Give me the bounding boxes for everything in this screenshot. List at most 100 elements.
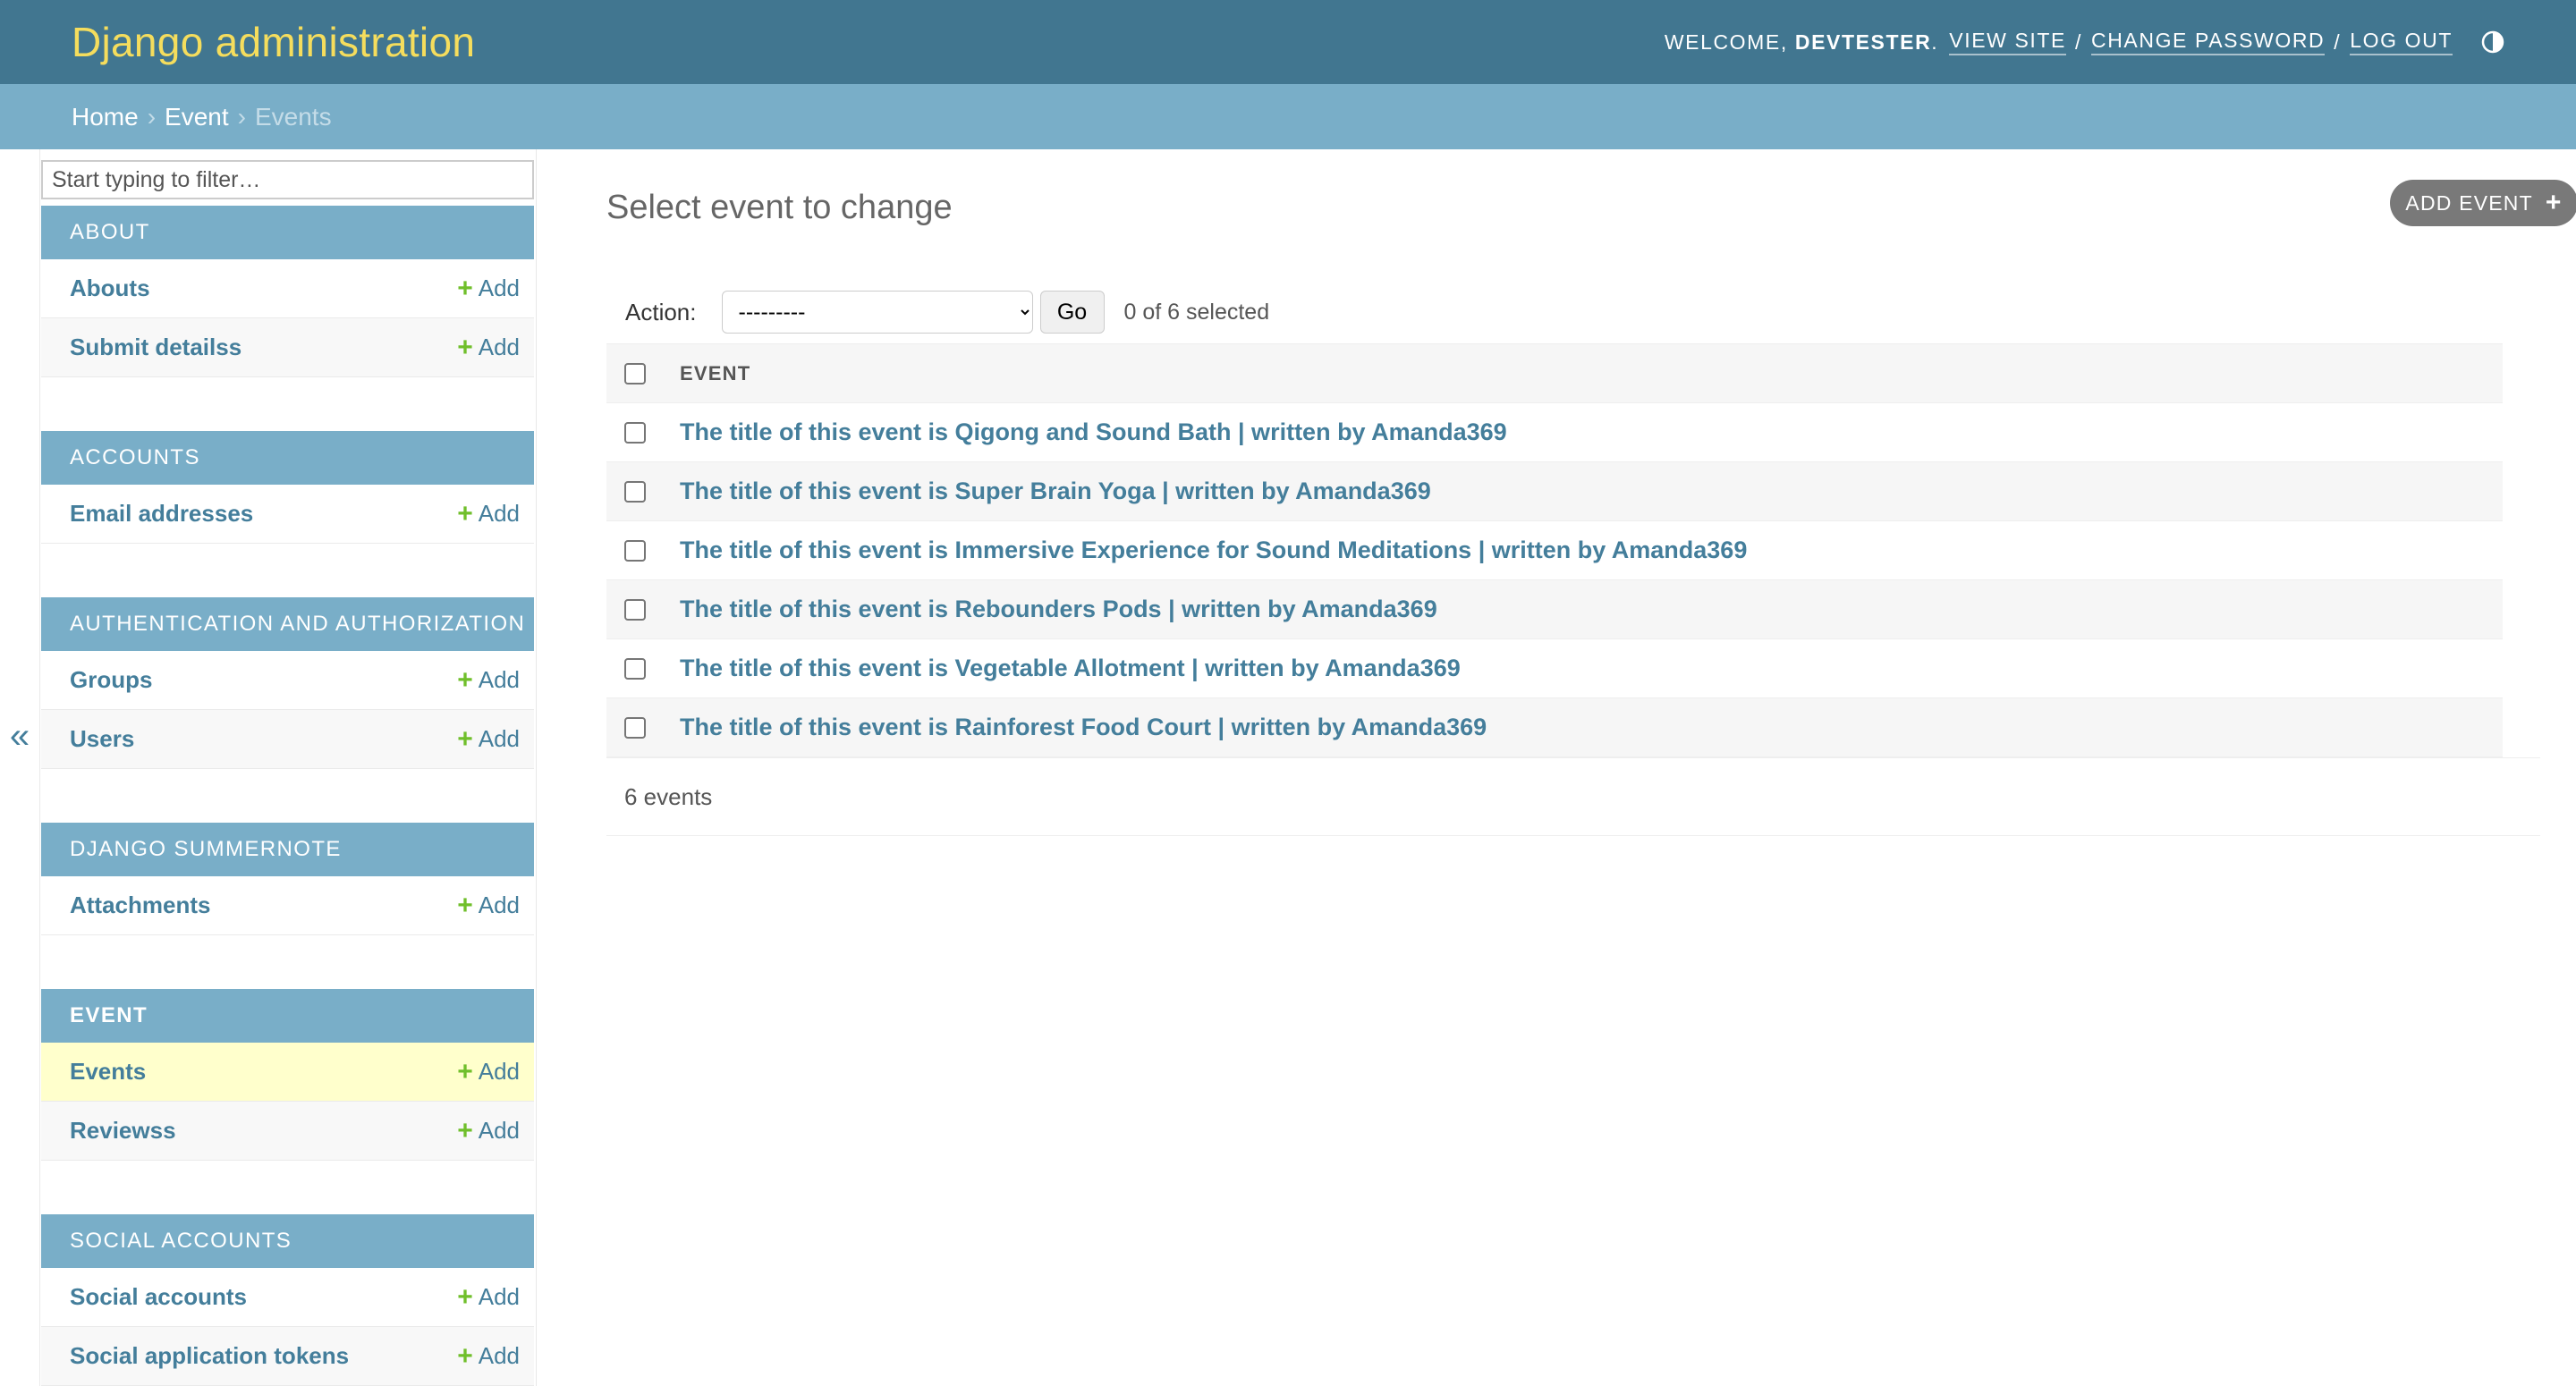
add-link[interactable]: + Add bbox=[457, 665, 520, 696]
module-caption[interactable]: Django Summernote bbox=[41, 823, 534, 876]
change-password-link[interactable]: Change password bbox=[2091, 29, 2326, 55]
add-link[interactable]: + Add bbox=[457, 1116, 520, 1146]
sidebar-item-reviewss: Reviewss + Add bbox=[41, 1102, 534, 1161]
sidebar-item-users: Users + Add bbox=[41, 710, 534, 769]
model-link[interactable]: Attachments bbox=[70, 892, 210, 919]
add-label: Add bbox=[478, 892, 520, 918]
plus-icon: + bbox=[457, 498, 473, 528]
add-link[interactable]: + Add bbox=[457, 891, 520, 921]
sidebar-item-groups: Groups + Add bbox=[41, 651, 534, 710]
module-caption[interactable]: Event bbox=[41, 989, 534, 1043]
separator: / bbox=[2334, 30, 2342, 54]
theme-toggle-icon[interactable] bbox=[2481, 30, 2504, 54]
row-checkbox-cell bbox=[606, 421, 680, 444]
row-link[interactable]: The title of this event is Rebounders Po… bbox=[680, 596, 1437, 623]
sidebar-item-submit-detailss: Submit detailss + Add bbox=[41, 318, 534, 377]
column-header-event[interactable]: Event bbox=[680, 362, 750, 385]
welcome-text: Welcome, bbox=[1664, 30, 1788, 54]
breadcrumb-current: Events bbox=[254, 102, 332, 131]
add-label: Add bbox=[478, 1058, 520, 1085]
row-link[interactable]: The title of this event is Rainforest Fo… bbox=[680, 714, 1487, 741]
table-row: The title of this event is Rainforest Fo… bbox=[606, 698, 2503, 757]
row-checkbox[interactable] bbox=[624, 480, 646, 503]
module-accounts: Accounts Email addresses + Add bbox=[41, 431, 534, 544]
model-link[interactable]: Users bbox=[70, 725, 134, 753]
model-link[interactable]: Social application tokens bbox=[70, 1342, 349, 1370]
log-out-link[interactable]: Log out bbox=[2350, 29, 2453, 55]
sidebar: About Abouts +Add Submit detailss +Add A… bbox=[0, 149, 537, 1386]
sidebar-item-events: Events + Add bbox=[41, 1043, 534, 1102]
nav-filter-input[interactable] bbox=[41, 160, 534, 199]
table-row: The title of this event is Qigong and So… bbox=[606, 403, 2503, 462]
module-caption[interactable]: Accounts bbox=[41, 431, 534, 485]
add-label: Add bbox=[478, 1283, 520, 1310]
module-summernote: Django Summernote Attachments + Add bbox=[41, 823, 534, 935]
row-checkbox[interactable] bbox=[624, 657, 646, 680]
action-select[interactable]: --------- bbox=[721, 291, 1033, 334]
breadcrumb-home[interactable]: Home bbox=[72, 103, 139, 131]
row-checkbox-cell bbox=[606, 480, 680, 503]
page-title: Select event to change bbox=[606, 189, 953, 226]
model-link[interactable]: Social accounts bbox=[70, 1283, 247, 1311]
username: devtester bbox=[1794, 30, 1932, 54]
plus-icon: + bbox=[457, 1340, 473, 1371]
model-link[interactable]: Abouts bbox=[70, 275, 150, 302]
table-header: Event bbox=[606, 343, 2503, 403]
row-checkbox[interactable] bbox=[624, 598, 646, 621]
add-label: Add bbox=[478, 1117, 520, 1144]
add-link[interactable]: + Add bbox=[457, 1057, 520, 1087]
add-label: Add bbox=[478, 725, 520, 752]
add-label: Add bbox=[478, 334, 520, 360]
selection-count: 0 of 6 selected bbox=[1123, 299, 1270, 325]
welcome-suffix: . bbox=[1931, 30, 1939, 54]
plus-icon: + bbox=[457, 664, 473, 695]
module-event: Event Events + Add Reviewss + Add bbox=[41, 989, 534, 1161]
model-link[interactable]: Events bbox=[70, 1058, 146, 1086]
row-checkbox[interactable] bbox=[624, 421, 646, 444]
go-button[interactable]: Go bbox=[1039, 291, 1105, 334]
site-title[interactable]: Django administration bbox=[72, 18, 475, 66]
sidebar-item-social-application-tokens: Social application tokens + Add bbox=[41, 1327, 534, 1386]
add-link[interactable]: + Add bbox=[457, 724, 520, 755]
breadcrumb-app[interactable]: Event bbox=[165, 103, 229, 131]
add-link[interactable]: + Add bbox=[457, 1341, 520, 1372]
module-caption[interactable]: About bbox=[41, 206, 534, 259]
row-checkbox[interactable] bbox=[624, 716, 646, 739]
model-link[interactable]: Groups bbox=[70, 666, 152, 694]
main-content: Select event to change Add event + Actio… bbox=[606, 149, 2576, 865]
sidebar-item-abouts: Abouts + Add bbox=[41, 259, 534, 318]
add-link[interactable]: + Add bbox=[457, 274, 520, 304]
view-site-link[interactable]: View site bbox=[1949, 29, 2066, 55]
breadcrumb: Home › Event › Events bbox=[0, 84, 2576, 149]
row-link[interactable]: The title of this event is Qigong and So… bbox=[680, 418, 1507, 446]
user-tools: Welcome, devtester . View site / Change … bbox=[1665, 29, 2504, 55]
row-checkbox[interactable] bbox=[624, 539, 646, 562]
module-caption[interactable]: Authentication and Authorization bbox=[41, 597, 534, 651]
model-link[interactable]: Email addresses bbox=[70, 500, 253, 528]
row-checkbox-cell bbox=[606, 598, 680, 621]
sidebar-item-social-accounts: Social accounts + Add bbox=[41, 1268, 534, 1327]
add-label: Add bbox=[478, 500, 520, 527]
select-all-checkbox[interactable] bbox=[624, 362, 646, 385]
header-checkbox-cell bbox=[606, 362, 680, 385]
model-link[interactable]: Submit detailss bbox=[70, 334, 242, 361]
table-row: The title of this event is Vegetable All… bbox=[606, 639, 2503, 698]
table-row: The title of this event is Super Brain Y… bbox=[606, 462, 2503, 521]
add-link[interactable]: + Add bbox=[457, 499, 520, 529]
add-link[interactable]: + Add bbox=[457, 1282, 520, 1313]
model-link[interactable]: Reviewss bbox=[70, 1117, 176, 1145]
result-list: Event The title of this event is Qigong … bbox=[606, 343, 2503, 757]
module-caption[interactable]: Social Accounts bbox=[41, 1214, 534, 1268]
row-link[interactable]: The title of this event is Immersive Exp… bbox=[680, 537, 1747, 564]
module-auth: Authentication and Authorization Groups … bbox=[41, 597, 534, 769]
add-event-label: Add event bbox=[2405, 190, 2533, 215]
add-link[interactable]: + Add bbox=[457, 333, 520, 363]
add-event-button[interactable]: Add event + bbox=[2390, 180, 2576, 226]
row-link[interactable]: The title of this event is Super Brain Y… bbox=[680, 477, 1431, 505]
row-checkbox-cell bbox=[606, 539, 680, 562]
module-about: About Abouts + Add Submit detailss + Add bbox=[41, 206, 534, 377]
add-label: Add bbox=[478, 1342, 520, 1369]
add-label: Add bbox=[478, 666, 520, 693]
row-link[interactable]: The title of this event is Vegetable All… bbox=[680, 655, 1461, 682]
plus-icon: + bbox=[2545, 188, 2563, 217]
